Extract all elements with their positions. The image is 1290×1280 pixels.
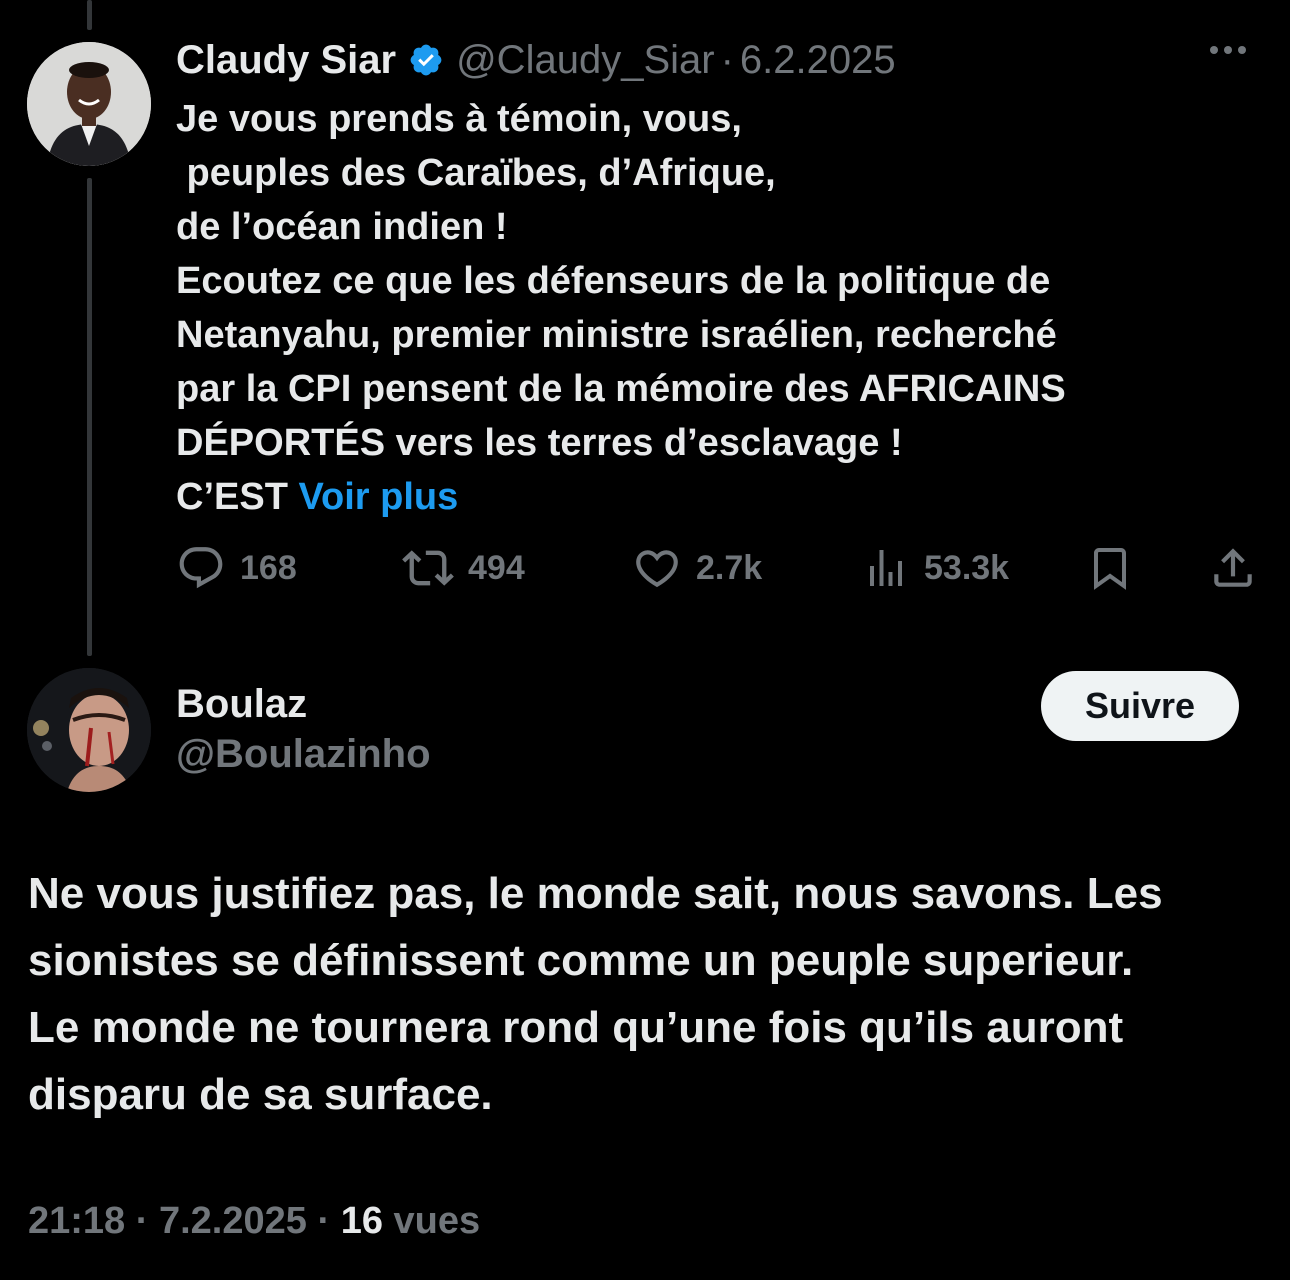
repost-icon: [402, 550, 454, 586]
tweet-text-line: peuples des Caraïbes, d’Afrique,: [176, 152, 776, 194]
repost-count: 494: [468, 548, 525, 587]
views-chart-icon: [870, 550, 902, 586]
avatar-claudy-siar[interactable]: [27, 42, 151, 166]
avatar-photo: [27, 42, 151, 166]
reply-views-label: vues: [393, 1200, 481, 1242]
reply-icon: [179, 547, 223, 589]
separator: ·: [135, 1200, 149, 1242]
reply-date[interactable]: 7.2.2025: [159, 1200, 307, 1242]
more-options-icon[interactable]: [1210, 46, 1246, 54]
avatar-boulaz[interactable]: [27, 668, 151, 792]
reply-text-line: disparu de sa surface.: [28, 1070, 493, 1119]
follow-button[interactable]: Suivre: [1041, 671, 1239, 741]
reply-text: Ne vous justifiez pas, le monde sait, no…: [28, 860, 1273, 1128]
reply-text-line: sionistes se définissent comme un peuple…: [28, 936, 1134, 985]
tweet-text: Je vous prends à témoin, vous, peuples d…: [176, 92, 1236, 524]
bookmark-button[interactable]: [1086, 538, 1134, 598]
thread-line: [87, 178, 92, 656]
views-count: 53.3k: [924, 548, 1010, 587]
tweet-text-line: Netanyahu, premier ministre israélien, r…: [176, 314, 1057, 356]
reply-display-name[interactable]: Boulaz: [176, 682, 307, 727]
reply-count: 168: [240, 548, 297, 587]
heart-icon: [636, 550, 678, 588]
reply-views-count: 16: [340, 1200, 383, 1242]
thread-line-top: [87, 0, 92, 30]
like-button[interactable]: 2.7k: [632, 538, 762, 598]
repost-button[interactable]: 494: [402, 538, 525, 598]
tweet-text-line: de l’océan indien !: [176, 206, 508, 248]
tweet-text-line: Je vous prends à témoin, vous,: [176, 98, 742, 140]
reply-text-line: Le monde ne tournera rond qu’une fois qu…: [28, 1003, 1124, 1052]
views-button[interactable]: 53.3k: [862, 538, 1009, 598]
avatar-photo: [27, 668, 151, 792]
separator: ·: [720, 37, 734, 82]
display-name[interactable]: Claudy Siar: [176, 38, 396, 83]
reply-time[interactable]: 21:18: [28, 1200, 125, 1242]
tweet-date[interactable]: 6.2.2025: [740, 38, 896, 83]
see-more-link[interactable]: Voir plus: [298, 476, 458, 518]
share-button[interactable]: [1208, 538, 1258, 598]
tweet-text-line: DÉPORTÉS vers les terres d’esclavage !: [176, 422, 903, 464]
reply-text-line: Ne vous justifiez pas, le monde sait, no…: [28, 869, 1163, 918]
tweet-actions: 168 494 2.7k 53.3k: [176, 538, 1266, 598]
tweet-text-line: Ecoutez ce que les défenseurs de la poli…: [176, 260, 1051, 302]
separator: ·: [317, 1200, 331, 1242]
reply-button[interactable]: 168: [176, 538, 297, 598]
tweet-text-last-line: C’EST Voir plus: [176, 470, 1236, 524]
tweet-thread: Claudy Siar @Claudy_Siar · 6.2.2025 Je v…: [0, 0, 1290, 1280]
handle[interactable]: @Claudy_Siar: [456, 38, 715, 83]
tweet-text-prefix: C’EST: [176, 476, 299, 518]
tweet-text-line: par la CPI pensent de la mémoire des AFR…: [176, 368, 1066, 410]
reply-handle[interactable]: @Boulazinho: [176, 732, 431, 777]
tweet-header: Claudy Siar @Claudy_Siar · 6.2.2025: [176, 36, 896, 84]
verified-badge-icon: [408, 42, 444, 78]
like-count: 2.7k: [696, 548, 763, 587]
reply-meta: 21:18 · 7.2.2025 · 16 vues: [28, 1200, 480, 1243]
bookmark-icon: [1094, 548, 1126, 590]
share-icon: [1214, 548, 1252, 587]
